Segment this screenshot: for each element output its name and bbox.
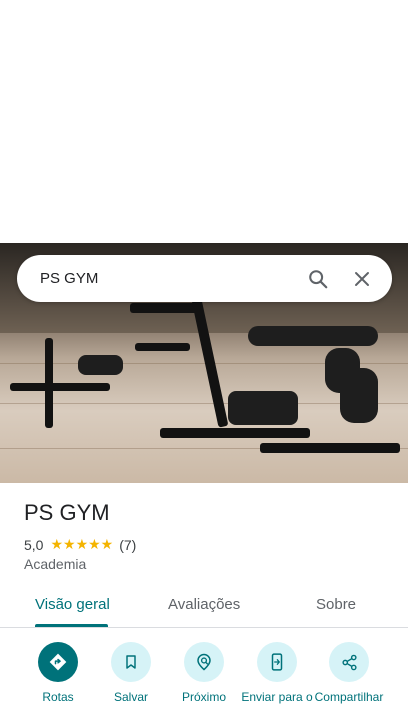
place-title: PS GYM bbox=[24, 500, 110, 525]
share-label: Compartilhar bbox=[314, 690, 384, 704]
photo-machine bbox=[10, 383, 110, 391]
rating-row[interactable]: 5,0 ★★★★★ (7) bbox=[24, 536, 136, 553]
place-category: Academia bbox=[24, 556, 87, 572]
directions-label: Rotas bbox=[42, 690, 74, 704]
save-button[interactable]: Salvar bbox=[91, 642, 171, 705]
share-button[interactable]: Compartilhar bbox=[309, 642, 389, 705]
photo-machine-pad bbox=[78, 355, 123, 375]
share-icon[interactable] bbox=[329, 642, 369, 682]
tab-reviews[interactable]: Avaliações bbox=[168, 596, 240, 613]
photo-machine bbox=[160, 428, 310, 438]
rating-value: 5,0 bbox=[24, 536, 44, 553]
nearby-label: Próximo bbox=[181, 690, 226, 704]
tab-about[interactable]: Sobre bbox=[316, 596, 356, 613]
tab-overview[interactable]: Visão geral bbox=[35, 596, 110, 613]
send-to-phone-button[interactable]: Enviar para o bbox=[237, 642, 317, 705]
search-query[interactable]: PS GYM bbox=[40, 270, 300, 287]
photo-machine bbox=[130, 303, 200, 313]
search-icon[interactable] bbox=[300, 261, 336, 297]
photo-machine-pad bbox=[340, 368, 378, 423]
photo-machine-pad bbox=[228, 391, 298, 425]
send-to-phone-label: Enviar para o bbox=[241, 690, 313, 704]
save-label: Salvar bbox=[113, 690, 148, 704]
action-bar: Rotas Salvar Próximo Enviar para o Compa… bbox=[0, 642, 408, 726]
rating-stars: ★★★★★ bbox=[50, 536, 114, 552]
nearby-icon[interactable] bbox=[184, 642, 224, 682]
search-bar[interactable]: PS GYM bbox=[17, 255, 392, 302]
tab-bar: Visão geral Avaliações Sobre bbox=[0, 590, 408, 628]
nearby-button[interactable]: Próximo bbox=[164, 642, 244, 705]
review-count[interactable]: (7) bbox=[119, 537, 136, 553]
photo-machine bbox=[45, 338, 53, 428]
photo-machine-pad bbox=[248, 326, 378, 346]
active-tab-indicator bbox=[35, 624, 108, 627]
send-to-phone-icon[interactable] bbox=[257, 642, 297, 682]
close-icon[interactable] bbox=[344, 261, 380, 297]
bookmark-icon[interactable] bbox=[111, 642, 151, 682]
directions-icon[interactable] bbox=[38, 642, 78, 682]
directions-button[interactable]: Rotas bbox=[18, 642, 98, 705]
photo-machine bbox=[135, 343, 190, 351]
photo-machine bbox=[260, 443, 400, 453]
